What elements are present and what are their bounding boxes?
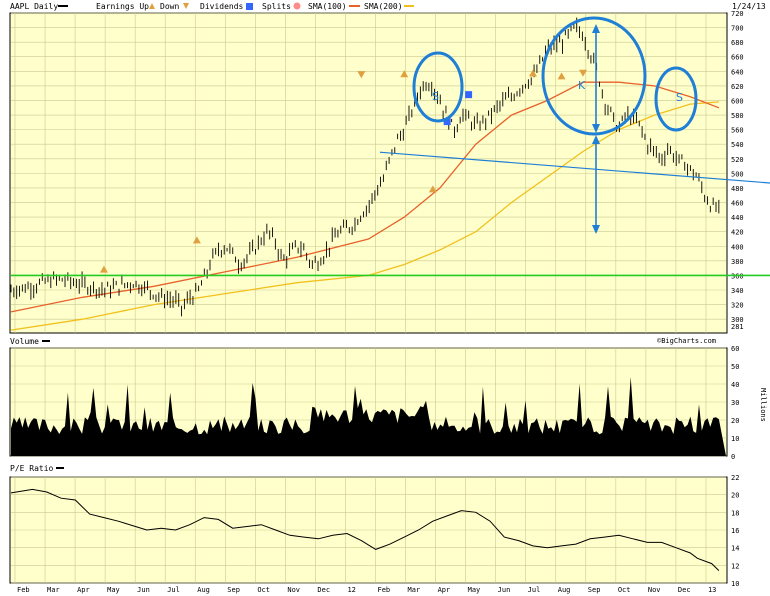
chart-header: AAPL Daily Earnings Up Down Dividends Sp… [10, 2, 766, 11]
x-tick-label: Dec [317, 586, 330, 594]
volume-tick-label: 10 [731, 435, 739, 443]
price-tick-label: 500 [731, 170, 744, 178]
volume-tick-label: 30 [731, 399, 739, 407]
volume-tick-label: 0 [731, 453, 735, 461]
x-tick-label: Oct [618, 586, 631, 594]
x-axis: Feb Mar Apr May Jun Jul Aug Sep Oct Nov Dec 12 Feb Ma… [17, 586, 716, 594]
x-tick-label: Dec [678, 586, 691, 594]
x-tick-label: Jul [167, 586, 180, 594]
price-y-min-label: 281 [731, 323, 744, 331]
price-panel-bg [9, 12, 728, 334]
legend-splits: Splits [262, 2, 291, 11]
volume-unit-label: Millions [759, 388, 767, 422]
x-tick-label: Jun [137, 586, 150, 594]
price-tick-label: 620 [731, 83, 744, 91]
legend-sma100: SMA(100) [308, 2, 347, 11]
x-tick-label: Feb [378, 586, 391, 594]
price-panel: 3003203403603804004204404604805005205405… [9, 10, 770, 345]
price-tick-label: 660 [731, 54, 744, 62]
x-tick-label: Oct [257, 586, 270, 594]
pe-tick-label: 12 [731, 562, 739, 570]
right-shoulder-label: S [676, 91, 683, 104]
pe-tick-label: 20 [731, 492, 739, 500]
x-tick-label: 12 [347, 586, 355, 594]
volume-tick-label: 20 [731, 417, 739, 425]
left-shoulder-label: S [432, 90, 439, 103]
price-tick-label: 320 [731, 302, 744, 310]
legend-sma200: SMA(200) [364, 2, 403, 11]
price-tick-label: 520 [731, 156, 744, 164]
pe-tick-label: 18 [731, 509, 739, 517]
x-tick-label: Nov [648, 586, 661, 594]
price-tick-label: 340 [731, 287, 744, 295]
x-tick-label: Sep [588, 586, 601, 594]
price-tick-label: 680 [731, 39, 744, 47]
x-tick-label: Jul [528, 586, 541, 594]
price-tick-label: 440 [731, 214, 744, 222]
price-tick-label: 400 [731, 243, 744, 251]
x-tick-label: Mar [408, 586, 421, 594]
pe-tick-label: 16 [731, 527, 739, 535]
earnings-down-icon [183, 3, 189, 9]
watermark: ©BigCharts.com [657, 337, 716, 345]
split-icon [293, 2, 301, 10]
legend-earnings-up: Earnings Up [96, 2, 149, 11]
price-tick-label: 640 [731, 68, 744, 76]
x-tick-label: Aug [197, 586, 210, 594]
x-tick-label: May [107, 586, 120, 594]
pe-tick-label: 14 [731, 545, 739, 553]
x-tick-label: Apr [77, 586, 90, 594]
volume-tick-label: 50 [731, 363, 739, 371]
pe-panel: P/E Ratio 10 12 14 16 18 20 22 Feb Mar Apr May Jun… [9, 464, 739, 594]
price-tick-label: 600 [731, 97, 744, 105]
pe-tick-label: 22 [731, 474, 739, 482]
price-tick-label: 560 [731, 127, 744, 135]
x-tick-label: Feb [17, 586, 30, 594]
earnings-up-icon [149, 3, 155, 9]
x-tick-label: Sep [227, 586, 240, 594]
dividend-icon [246, 3, 253, 10]
x-tick-label: Nov [287, 586, 300, 594]
volume-tick-label: 60 [731, 345, 739, 353]
price-tick-label: 460 [731, 200, 744, 208]
symbol-label: AAPL Daily [10, 2, 58, 11]
pe-panel-label: P/E Ratio [10, 464, 54, 473]
x-tick-label: Jun [498, 586, 511, 594]
pe-y-axis: 10 12 14 16 18 20 22 [731, 474, 739, 588]
volume-tick-label: 40 [731, 381, 739, 389]
stock-chart: AAPL Daily Earnings Up Down Dividends Sp… [9, 2, 770, 594]
price-tick-label: 540 [731, 141, 744, 149]
price-tick-label: 720 [731, 10, 744, 18]
price-tick-label: 480 [731, 185, 744, 193]
price-y-axis: 3003203403603804004204404604805005205405… [731, 10, 744, 324]
price-tick-label: 580 [731, 112, 744, 120]
legend-down: Down [160, 2, 179, 11]
legend-dividends: Dividends [200, 2, 244, 11]
price-tick-label: 700 [731, 25, 744, 33]
volume-y-axis: 0 10 20 30 40 50 60 [731, 345, 739, 461]
head-label: K [578, 79, 586, 92]
x-tick-label: 13 [708, 586, 716, 594]
dividend-marker [465, 91, 473, 99]
pe-tick-label: 10 [731, 580, 739, 588]
volume-panel-label: Volume [10, 337, 39, 346]
x-tick-label: Apr [438, 586, 451, 594]
price-tick-label: 380 [731, 258, 744, 266]
x-tick-label: Mar [47, 586, 60, 594]
price-tick-label: 420 [731, 229, 744, 237]
x-tick-label: May [468, 586, 481, 594]
x-tick-label: Aug [558, 586, 571, 594]
price-tick-label: 360 [731, 272, 744, 280]
volume-panel: Volume 0 10 20 30 40 50 60 Millions [9, 337, 767, 461]
